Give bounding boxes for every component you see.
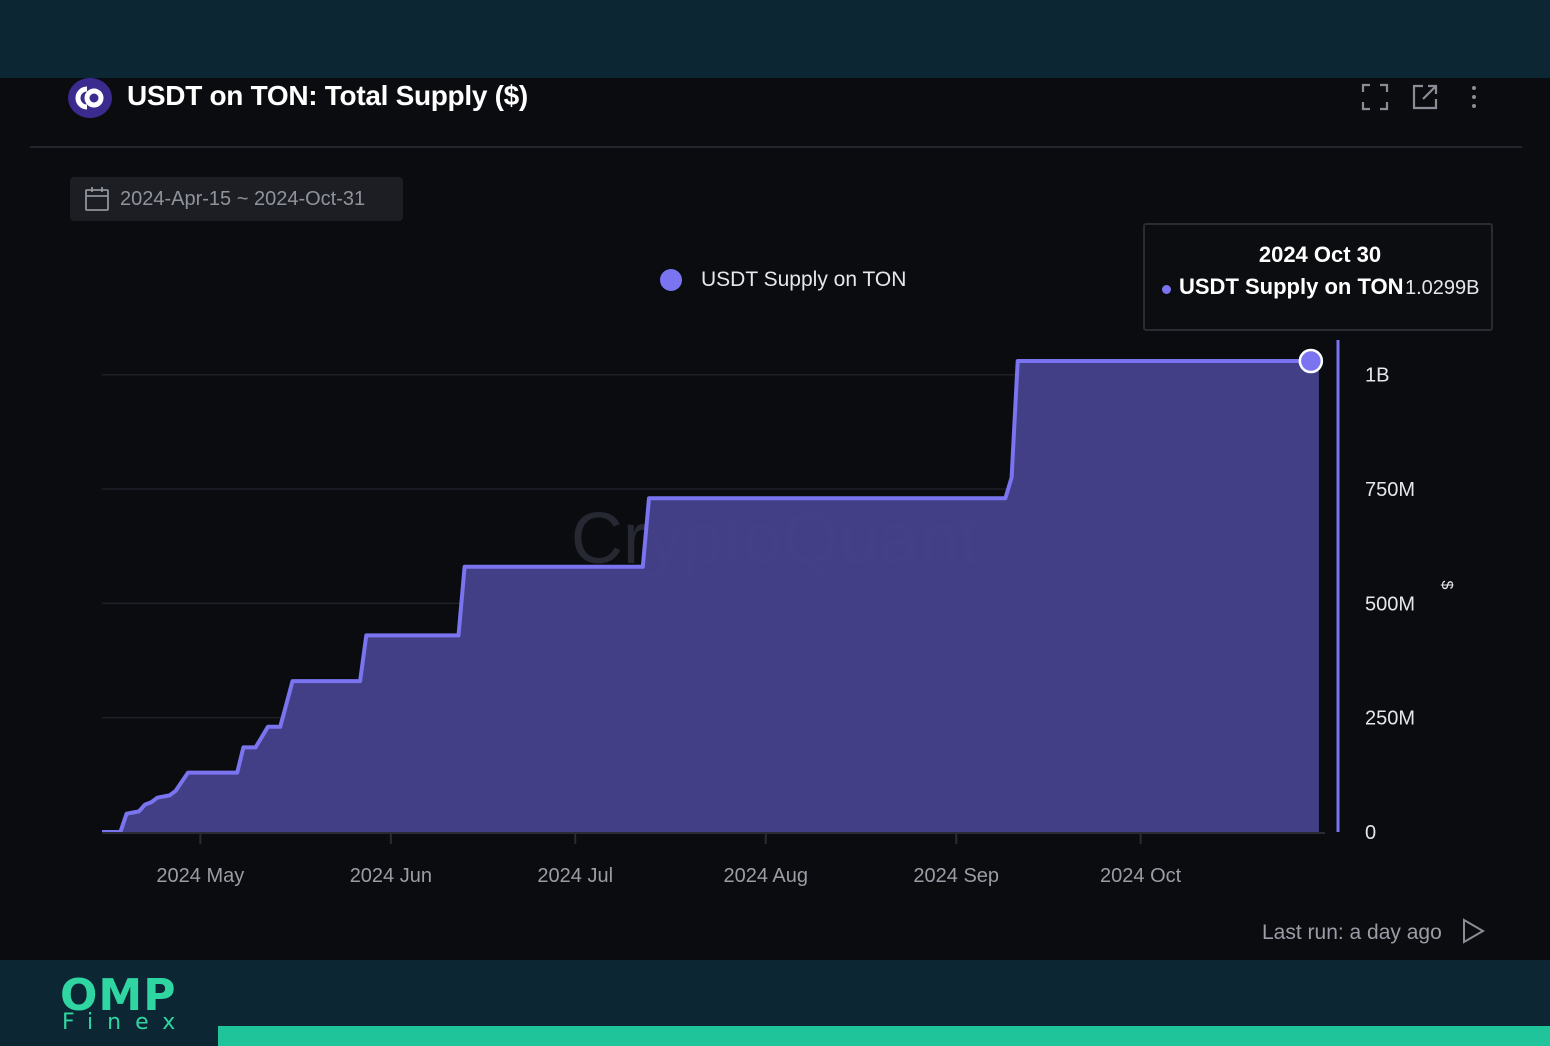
x-tick-label: 2024 Jul: [537, 865, 613, 887]
y-tick-label: 750M: [1365, 479, 1415, 501]
brand-accent-bar: [218, 1026, 1550, 1046]
series-area: [102, 361, 1319, 832]
x-tick-label: 2024 Oct: [1100, 865, 1182, 887]
highlight-point: [1298, 348, 1324, 374]
y-tick-label: 0: [1365, 822, 1376, 844]
last-run-status: Last run: a day ago: [1262, 921, 1442, 944]
y-tick-label: 1B: [1365, 365, 1389, 387]
y-tick-label: 250M: [1365, 708, 1415, 730]
supply-area-chart: CryptoQuant 0250M500M750M1B$2024 May2024…: [102, 340, 1455, 887]
brand-subtitle: Finex: [62, 1010, 190, 1035]
play-icon: [1463, 918, 1485, 944]
run-query-button[interactable]: [1458, 916, 1488, 951]
x-tick-label: 2024 Jun: [350, 865, 432, 887]
x-tick-label: 2024 May: [156, 865, 244, 887]
y-tick-label: 500M: [1365, 593, 1415, 615]
x-tick-label: 2024 Aug: [723, 865, 808, 887]
y-axis-label: $: [1438, 581, 1455, 590]
x-tick-label: 2024 Sep: [913, 865, 999, 887]
top-background-band: [0, 0, 1550, 78]
